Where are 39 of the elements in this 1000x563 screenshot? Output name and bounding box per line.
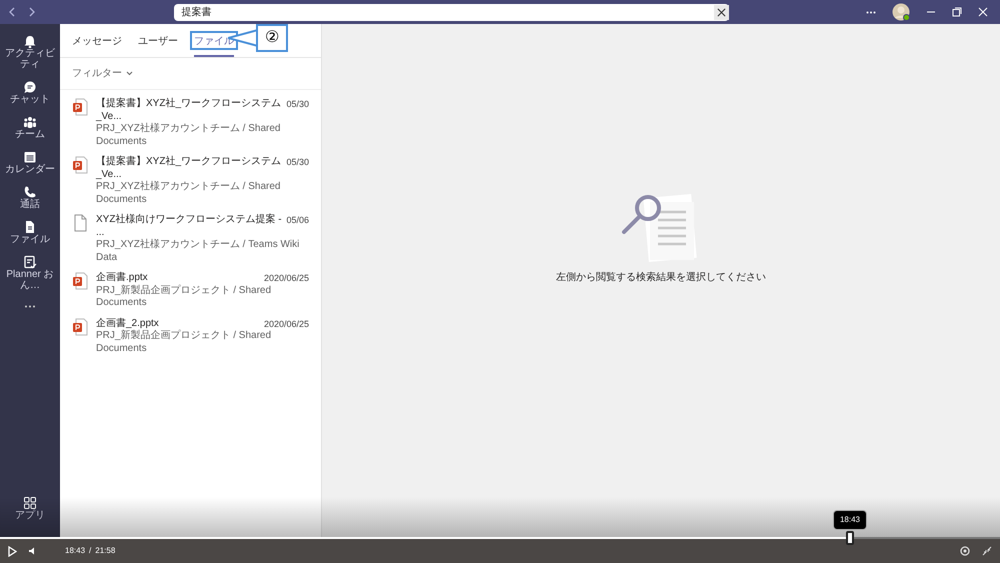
- file-location: PRJ_新製品企画プロジェクト / Shared Documents: [96, 284, 272, 310]
- current-time: 18:43: [65, 545, 86, 557]
- rail-item[interactable]: アプリ: [2, 494, 58, 523]
- file-location: PRJ_XYZ社様アカウントチーム / Teams Wiki Data: [96, 239, 300, 264]
- file-location: PRJ_新製品企画プロジェクト / Shared Documents: [96, 330, 272, 356]
- tab[interactable]: ユーザー: [138, 34, 178, 57]
- search-result[interactable]: 企画書_2.pptx 2020/06/25 PRJ_新製品企画プロジェクト / Shared Documents: [60, 314, 321, 360]
- rail-item[interactable]: Planner おん…: [2, 253, 58, 293]
- rail-item[interactable]: チーム: [2, 113, 58, 142]
- callout-label: ②: [256, 24, 288, 52]
- rail-item[interactable]: チャット: [2, 78, 58, 107]
- tab[interactable]: メッセージ: [72, 34, 122, 57]
- file-name: 企画書_2.pptx: [96, 318, 160, 330]
- file-date: 2020/06/25: [264, 318, 309, 330]
- search-value: 提案書: [182, 6, 212, 20]
- rail-item[interactable]: カレンダー: [2, 148, 58, 177]
- file-date: 2020/06/25: [264, 272, 309, 285]
- search-result[interactable]: 【提案書】XYZ社_ワークフローシステム_Ve... 05/30 PRJ_XYZ社様アカウントチーム / Shared Documents: [60, 94, 321, 152]
- search-result[interactable]: XYZ社様向けワークフローシステム提案 - ... 05/06 PRJ_XYZ社様アカウントチーム / Teams Wiki Data: [60, 210, 321, 268]
- time-tooltip: 18:43: [832, 510, 868, 530]
- file-date: 05/06: [286, 214, 309, 227]
- file-name: 企画書.pptx: [96, 272, 149, 284]
- file-date: 05/30: [286, 98, 309, 111]
- rail-item[interactable]: ファイル: [2, 218, 58, 247]
- total-time: 21:58: [95, 545, 116, 557]
- file-location: PRJ_XYZ社様アカウントチーム / Shared Documents: [96, 123, 282, 148]
- empty-state-message: 左側から閲覧する検索結果を選択してください: [556, 270, 766, 285]
- filter-label[interactable]: フィルター: [72, 66, 122, 81]
- file-date: 05/30: [286, 156, 309, 169]
- rail-item[interactable]: 通話: [2, 183, 58, 212]
- search-result[interactable]: 【提案書】XYZ社_ワークフローシステム_Ve... 05/30 PRJ_XYZ社様アカウントチーム / Shared Documents: [60, 152, 321, 210]
- search-field[interactable]: 提案書: [174, 4, 728, 20]
- search-result[interactable]: 企画書.pptx 2020/06/25 PRJ_新製品企画プロジェクト / Shared Documents: [60, 268, 321, 314]
- file-location: PRJ_XYZ社様アカウントチーム / Shared Documents: [96, 181, 282, 206]
- file-name: XYZ社様向けワークフローシステム提案 - ...: [96, 214, 282, 238]
- time-separator: /: [89, 545, 92, 557]
- rail-item[interactable]: アクティビティ: [2, 32, 58, 72]
- file-name: 【提案書】XYZ社_ワークフローシステム_Ve...: [96, 156, 282, 180]
- file-name: 【提案書】XYZ社_ワークフローシステム_Ve...: [96, 98, 282, 122]
